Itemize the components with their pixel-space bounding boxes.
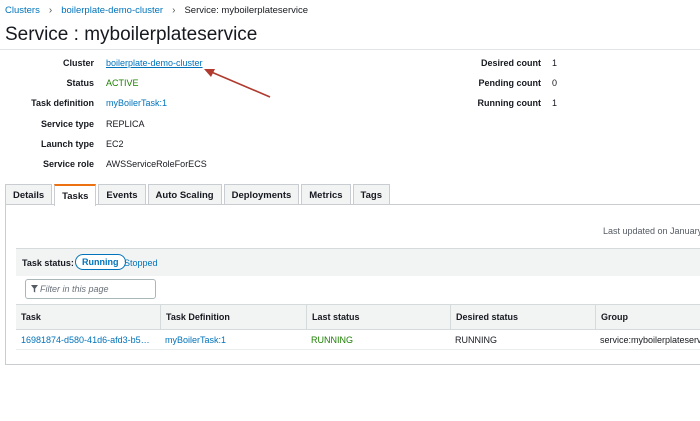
column-header-task-definition[interactable]: Task Definition bbox=[160, 305, 306, 329]
filter-box[interactable] bbox=[25, 279, 156, 299]
task-definition-link[interactable]: myBoilerTask:1 bbox=[106, 98, 167, 108]
last-status-cell: RUNNING bbox=[311, 334, 353, 345]
desired-count-label: Desired count bbox=[480, 58, 541, 68]
filter-icon bbox=[31, 285, 38, 293]
tab-metrics[interactable]: Metrics bbox=[301, 184, 351, 205]
task-status-label: Task status: bbox=[22, 258, 74, 268]
tab-panel-left-border bbox=[5, 204, 6, 364]
chevron-right-icon: › bbox=[48, 5, 53, 16]
column-header-last-status[interactable]: Last status bbox=[306, 305, 450, 329]
tab-auto-scaling[interactable]: Auto Scaling bbox=[147, 184, 222, 205]
desired-status-cell: RUNNING bbox=[455, 334, 497, 345]
table-row: 16981874-d580-41d6-afd3-b5… myBoilerTask… bbox=[16, 330, 700, 350]
tab-deployments[interactable]: Deployments bbox=[223, 184, 300, 205]
tab-tags[interactable]: Tags bbox=[352, 184, 390, 205]
launch-type-label: Launch type bbox=[40, 139, 94, 149]
task-status-stopped-toggle[interactable]: Stopped bbox=[124, 258, 158, 268]
tab-events[interactable]: Events bbox=[98, 184, 146, 205]
launch-type-value: EC2 bbox=[106, 139, 124, 149]
page-title: Service : myboilerplateservice bbox=[5, 24, 258, 45]
chevron-right-icon: › bbox=[172, 5, 176, 16]
title-divider bbox=[0, 49, 700, 50]
running-count-label: Running count bbox=[477, 98, 541, 108]
running-count-value: 1 bbox=[552, 98, 558, 108]
service-role-label: Service role bbox=[42, 159, 94, 169]
column-header-task[interactable]: Task bbox=[16, 305, 160, 329]
service-role-value: AWSServiceRoleForECS bbox=[106, 159, 207, 169]
desired-count-value: 1 bbox=[552, 58, 558, 68]
pending-count-value: 0 bbox=[552, 78, 558, 88]
task-definition-label: Task definition bbox=[31, 98, 94, 108]
tab-panel-bottom-border bbox=[5, 364, 700, 365]
breadcrumb-cluster-link[interactable]: boilerplate-demo-cluster bbox=[61, 5, 163, 16]
annotation-arrow-shaft bbox=[208, 70, 271, 98]
filter-input[interactable] bbox=[40, 282, 152, 296]
status-label: Status bbox=[66, 78, 94, 88]
tab-tasks[interactable]: Tasks bbox=[54, 184, 97, 206]
group-cell: service:myboilerplateserv bbox=[600, 334, 700, 345]
task-status-bar: Task status: Running Stopped bbox=[16, 248, 700, 276]
service-type-value: REPLICA bbox=[106, 119, 145, 129]
tab-panel-top-border bbox=[5, 204, 700, 205]
cluster-link[interactable]: boilerplate-demo-cluster bbox=[106, 58, 203, 68]
annotation-arrow bbox=[204, 69, 271, 98]
pending-count-label: Pending count bbox=[478, 78, 542, 88]
task-status-running-toggle[interactable]: Running bbox=[75, 254, 126, 270]
status-value: ACTIVE bbox=[106, 78, 139, 88]
breadcrumb-current: Service: myboilerplateservice bbox=[184, 5, 308, 16]
tab-details[interactable]: Details bbox=[5, 184, 53, 205]
service-type-label: Service type bbox=[40, 119, 94, 129]
filter-area bbox=[16, 276, 700, 304]
column-header-desired-status[interactable]: Desired status bbox=[450, 305, 595, 329]
tasks-table-header: Task Task Definition Last status Desired… bbox=[16, 304, 700, 330]
task-definition-cell-link[interactable]: myBoilerTask:1 bbox=[160, 330, 306, 349]
breadcrumb-clusters-link[interactable]: Clusters bbox=[5, 5, 40, 16]
task-id-link[interactable]: 16981874-d580-41d6-afd3-b5… bbox=[16, 330, 160, 349]
column-header-group[interactable]: Group bbox=[595, 305, 700, 329]
tab-bar: Details Tasks Events Auto Scaling Deploy… bbox=[5, 184, 392, 206]
breadcrumb: Clusters › boilerplate-demo-cluster › Se… bbox=[5, 5, 308, 16]
last-updated-text: Last updated on January bbox=[603, 226, 700, 236]
cluster-label: Cluster bbox=[62, 58, 94, 68]
